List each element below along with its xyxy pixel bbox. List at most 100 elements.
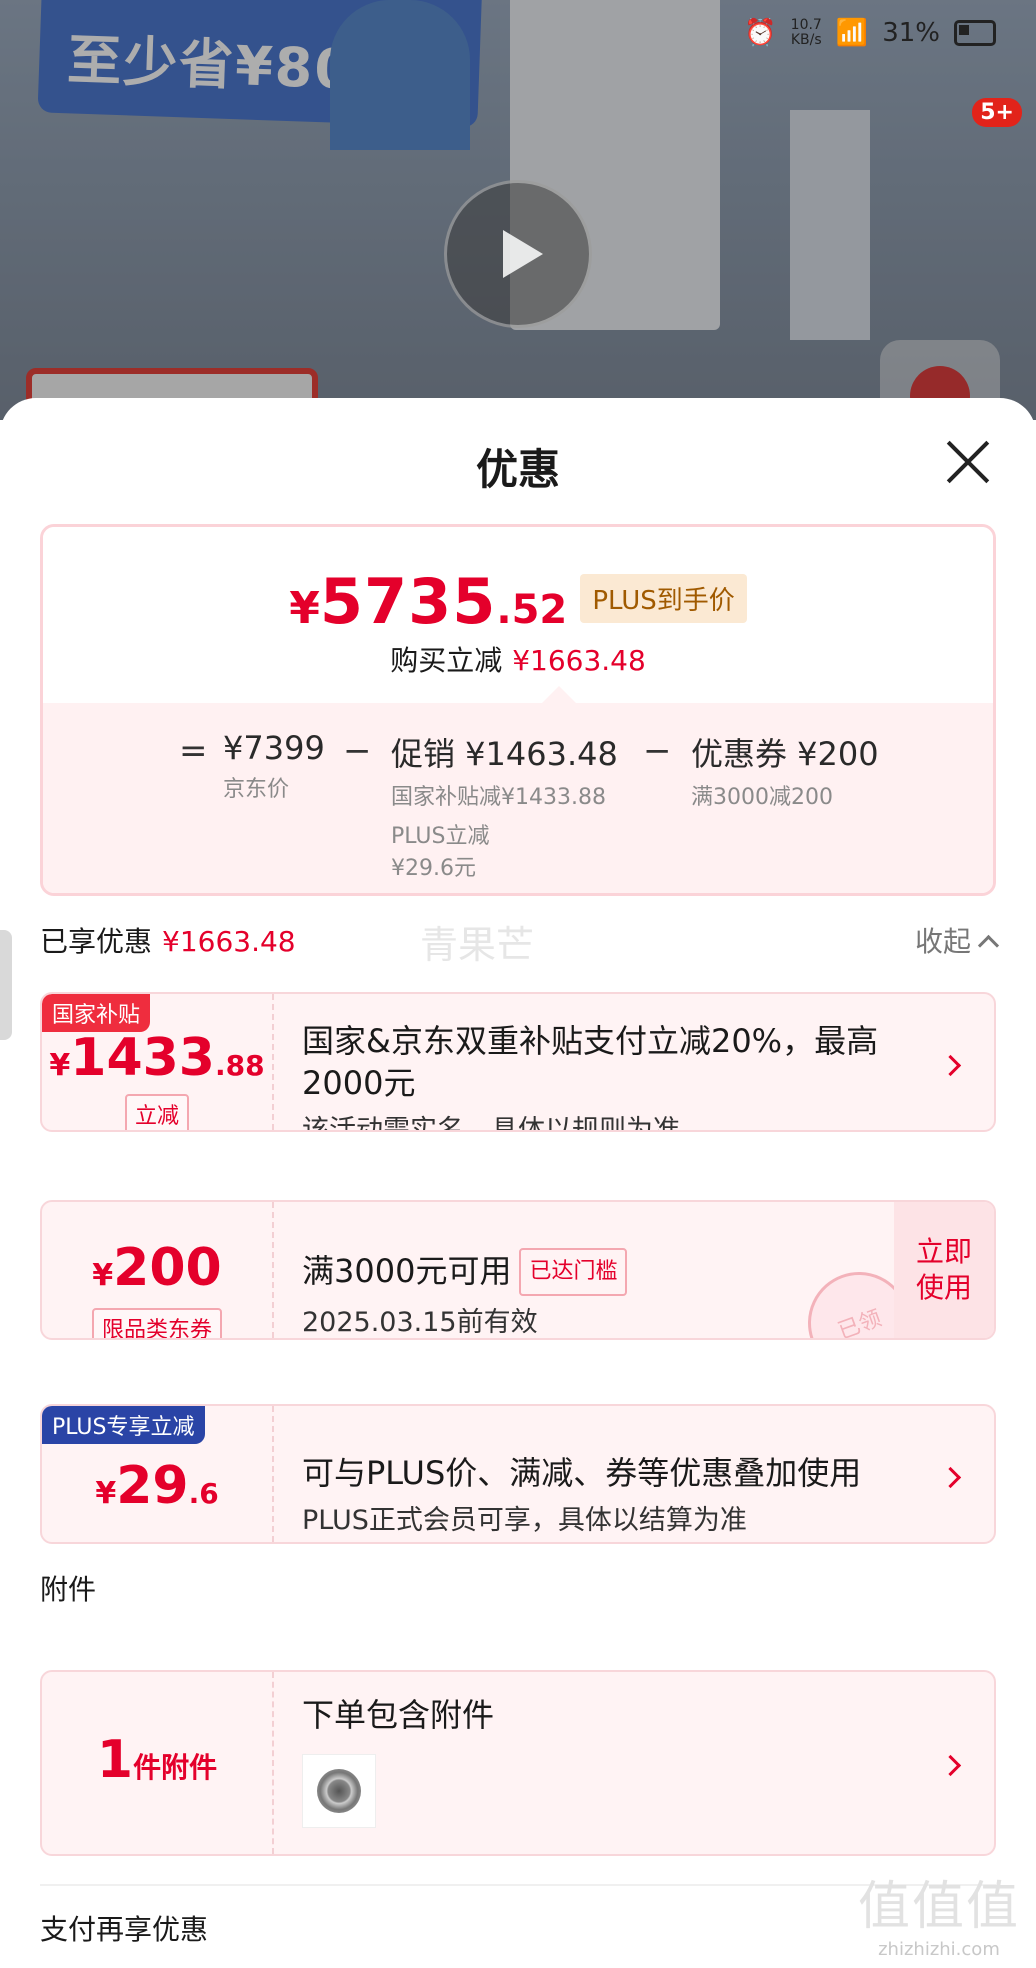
category-coupon-tag: 限品类东券 [42, 1308, 272, 1338]
play-icon [503, 230, 543, 278]
coupon-expiry: 2025.03.15前有效 [302, 1307, 538, 1338]
coupon-details: 可与PLUS价、满减、券等优惠叠加使用 PLUS正式会员可享，具体以结算为准 [302, 1452, 914, 1542]
site-watermark: 值值值 zhizhizhi.com [858, 1864, 1020, 1960]
chevron-up-icon [977, 934, 1000, 957]
accessory-count-number: 1 [96, 1730, 134, 1790]
coupon-jd-200[interactable]: ¥200 限品类东券 满3000元可用 已达门槛 2025.03.15前有效 已领… [40, 1200, 996, 1340]
sheet-title: 优惠 [475, 445, 560, 494]
coupon-amount-integer: 29 [116, 1456, 189, 1516]
accessory-thumbnail[interactable] [302, 1754, 376, 1828]
coupon-subtitle: 该活动需实名，具体以规则为准 [302, 1115, 680, 1132]
coupon-amount-integer: 1433 [70, 1028, 215, 1088]
plus-exclusive-tag: PLUS专享立减 [42, 1406, 205, 1444]
instant-discount-line: 购买立减 ¥1663.48 [43, 639, 993, 679]
jd-price-value: ¥7399 [223, 729, 325, 767]
promo-plus-value: ¥29.6元 [391, 856, 476, 881]
play-video-button[interactable] [444, 180, 592, 328]
minus-sign: − [343, 731, 372, 771]
accessory-count-unit: 件附件 [133, 1751, 218, 1784]
minus-sign: − [643, 731, 672, 771]
final-price-integer: 5735 [319, 565, 497, 638]
watermark: 青果芒 [420, 923, 535, 967]
coupon-details: 满3000元可用 已达门槛 2025.03.15前有效 [302, 1248, 884, 1338]
alarm-icon: ⏰ [744, 18, 777, 48]
promo-national-subsidy: 国家补贴减¥1433.88 [391, 785, 606, 810]
coupon-amount-integer: 200 [113, 1238, 222, 1298]
promo-value: 促销 ¥1463.48 [391, 735, 618, 773]
wifi-icon: 📶 [835, 18, 869, 48]
cart-count-badge[interactable]: 5+ [972, 98, 1022, 127]
accessory-count: 1件附件 [42, 1730, 272, 1790]
instant-discount-label: 购买立减 [390, 644, 503, 677]
use-now-button[interactable]: 立即 使用 [894, 1202, 994, 1338]
close-icon[interactable] [942, 434, 996, 488]
use-now-line1: 立即 [915, 1235, 972, 1268]
coupon-amount-area: 国家补贴 ¥1433.88 立减 [42, 994, 274, 1130]
enjoyed-value: ¥1663.48 [162, 925, 296, 958]
product-media-background: 至少省¥800元 ⏰ 10.7 KB/s 📶 31% 5+ [0, 0, 1036, 420]
coupon-amount: ¥1433.88 [42, 1028, 272, 1088]
final-price-currency: ¥ [289, 583, 320, 634]
coupon-amount: ¥200 [42, 1238, 272, 1298]
instant-reduce-label: 立减 [124, 1094, 189, 1130]
promo-plus-discount: PLUS立减 ¥29.6元 [391, 821, 618, 885]
equals-sign: = [179, 731, 208, 771]
coupon-value: 优惠券 ¥200 [691, 735, 879, 773]
promo-plus-label: PLUS立减 [391, 824, 490, 849]
coupon-condition: 满3000元可用 [302, 1252, 512, 1290]
coupon-currency: ¥ [92, 1258, 114, 1293]
coupon-amount-decimal: .6 [188, 1477, 219, 1510]
enjoyed-discount: 已享优惠 ¥1663.48 [40, 920, 296, 960]
accessory-details: 下单包含附件 [302, 1694, 914, 1854]
national-subsidy-tag: 国家补贴 [42, 994, 151, 1032]
accessory-card[interactable]: 1件附件 下单包含附件 [40, 1670, 996, 1856]
final-price-area: ¥5735.52 PLUS到手价 购买立减 ¥1663.48 [43, 527, 993, 703]
network-speed-value: 10.7 [790, 17, 822, 33]
final-price-decimal: .52 [496, 587, 568, 633]
coupon-condition: 满3000减200 [691, 785, 833, 810]
site-watermark-url: zhizhizhi.com [878, 1939, 1000, 1960]
collapse-label: 收起 [914, 925, 971, 958]
final-price: ¥5735.52 PLUS到手价 [43, 565, 993, 638]
jd-price-label: 京东价 [223, 777, 290, 802]
coupon-subtitle: PLUS正式会员可享，具体以结算为准 [302, 1505, 747, 1536]
coupon-amount: ¥29.6 [42, 1456, 272, 1516]
coupon-plus-exclusive[interactable]: PLUS专享立减 ¥29.6 可与PLUS价、满减、券等优惠叠加使用 PLUS正… [40, 1404, 996, 1544]
coupon-details: 国家&京东双重补贴支付立减20%，最高2000元 该活动需实名，具体以规则为准 [302, 1020, 914, 1130]
accessory-count-area: 1件附件 [42, 1672, 274, 1854]
coupon-amount-area: PLUS专享立减 ¥29.6 [42, 1406, 274, 1542]
coupon-title: 国家&京东双重补贴支付立减20%，最高2000元 [302, 1022, 879, 1102]
chevron-right-icon[interactable] [939, 1054, 962, 1077]
use-now-line2: 使用 [915, 1271, 972, 1304]
enjoyed-label: 已享优惠 [40, 925, 153, 958]
plus-price-tag: PLUS到手价 [580, 574, 747, 623]
promo-item: 促销 ¥1463.48 国家补贴减¥1433.88 PLUS立减 ¥29.6元 [391, 729, 618, 885]
collapse-button[interactable]: 收起 [914, 920, 1000, 960]
instant-reduce-tag: 立减 [42, 1094, 272, 1130]
price-breakdown-card: ¥5735.52 PLUS到手价 购买立减 ¥1663.48 = ¥7399 京东… [40, 524, 996, 896]
instant-discount-value: ¥1663.48 [512, 644, 646, 677]
coupon-title: 可与PLUS价、满减、券等优惠叠加使用 [302, 1454, 862, 1492]
discount-sheet: 优惠 ¥5735.52 PLUS到手价 购买立减 ¥1663.48 = ¥7399… [0, 398, 1036, 1968]
coupon-title: 满3000元可用 已达门槛 [302, 1248, 884, 1296]
network-speed: 10.7 KB/s [791, 18, 822, 48]
coupon-amount-decimal: .88 [215, 1049, 265, 1082]
side-floating-tab[interactable] [0, 930, 12, 1040]
section-divider [40, 1884, 996, 1886]
threshold-reached-badge: 已达门槛 [519, 1248, 628, 1296]
coupon-currency: ¥ [49, 1048, 71, 1083]
chevron-right-icon[interactable] [939, 1466, 962, 1489]
battery-icon [954, 20, 996, 46]
price-formula-area: = ¥7399 京东价 − 促销 ¥1463.48 国家补贴减¥1433.88 … [43, 703, 993, 893]
coupon-amount-area: ¥200 限品类东券 [42, 1202, 274, 1338]
jd-price-item: ¥7399 京东价 [223, 729, 325, 803]
site-watermark-logo: 值值值 [857, 1877, 1020, 1937]
coupon-item: 优惠券 ¥200 满3000减200 [691, 729, 879, 811]
chevron-right-icon[interactable] [939, 1754, 962, 1777]
accessory-title: 下单包含附件 [302, 1696, 495, 1734]
outdoor-unit-icon [317, 1769, 361, 1813]
price-formula: = ¥7399 京东价 − 促销 ¥1463.48 国家补贴减¥1433.88 … [43, 723, 993, 881]
coupon-national-subsidy[interactable]: 国家补贴 ¥1433.88 立减 国家&京东双重补贴支付立减20%，最高2000… [40, 992, 996, 1132]
battery-percent: 31% [882, 18, 940, 48]
payment-section-title: 支付再享优惠 [40, 1913, 209, 1946]
